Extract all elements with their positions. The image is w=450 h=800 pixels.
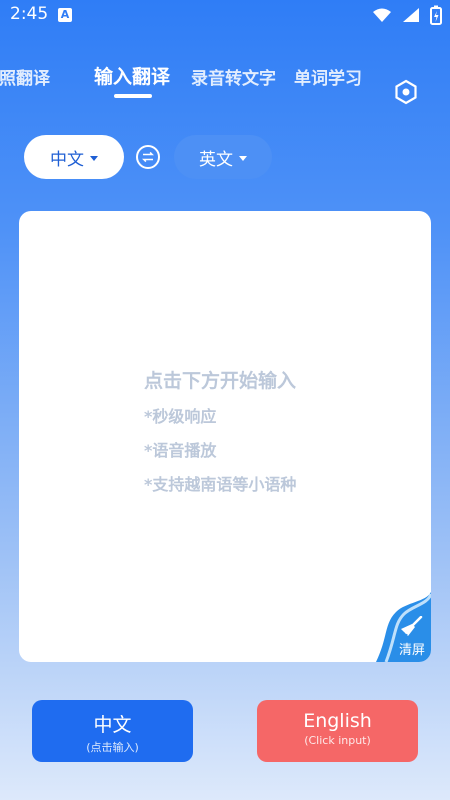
chevron-down-icon (90, 155, 98, 161)
tab-recording-to-text[interactable]: 录音转文字 (191, 64, 276, 89)
clear-screen-label: 清屏 (398, 643, 425, 658)
signal-icon (403, 8, 419, 22)
english-input-button[interactable]: English (Click input) (257, 700, 418, 762)
swap-languages-icon[interactable] (136, 145, 160, 169)
source-language-label: 中文 (50, 149, 84, 170)
hint-line-speed: *秒级响应 (144, 407, 217, 426)
wifi-icon (373, 8, 391, 22)
hint-line-languages: *支持越南语等小语种 (144, 475, 297, 494)
chevron-down-icon (239, 155, 247, 161)
english-button-sublabel: (Click input) (304, 734, 371, 747)
broom-icon (401, 616, 423, 638)
tab-bar: 拍照翻译 输入翻译 录音转文字 单词学习 (0, 56, 450, 106)
chinese-button-label: 中文 (93, 714, 132, 736)
active-tab-indicator (114, 94, 152, 98)
settings-hexagon-icon[interactable] (392, 78, 420, 106)
tab-input-translate[interactable]: 输入翻译 (94, 62, 170, 89)
target-language-selector[interactable]: 英文 (174, 135, 272, 179)
input-hint: 点击下方开始输入 *秒级响应 *语音播放 *支持越南语等小语种 (144, 366, 296, 505)
hint-line-voice: *语音播放 (144, 441, 217, 460)
chinese-button-sublabel: (点击输入) (86, 741, 139, 754)
status-time: 2:45 (10, 4, 49, 24)
target-language-label: 英文 (199, 149, 233, 170)
status-bar: 2:45 A (0, 0, 450, 30)
chinese-input-button[interactable]: 中文 (点击输入) (32, 700, 193, 762)
english-button-label: English (303, 710, 372, 732)
translation-input-area[interactable]: 点击下方开始输入 *秒级响应 *语音播放 *支持越南语等小语种 清屏 (19, 211, 431, 662)
tab-word-learning[interactable]: 单词学习 (294, 64, 362, 89)
hint-title: 点击下方开始输入 (144, 370, 297, 392)
battery-icon (430, 5, 442, 25)
clear-screen-button[interactable]: 清屏 (376, 592, 431, 662)
app-notification-icon: A (58, 8, 72, 22)
tab-photo-translate[interactable]: 拍照翻译 (0, 64, 50, 89)
source-language-selector[interactable]: 中文 (24, 135, 124, 179)
